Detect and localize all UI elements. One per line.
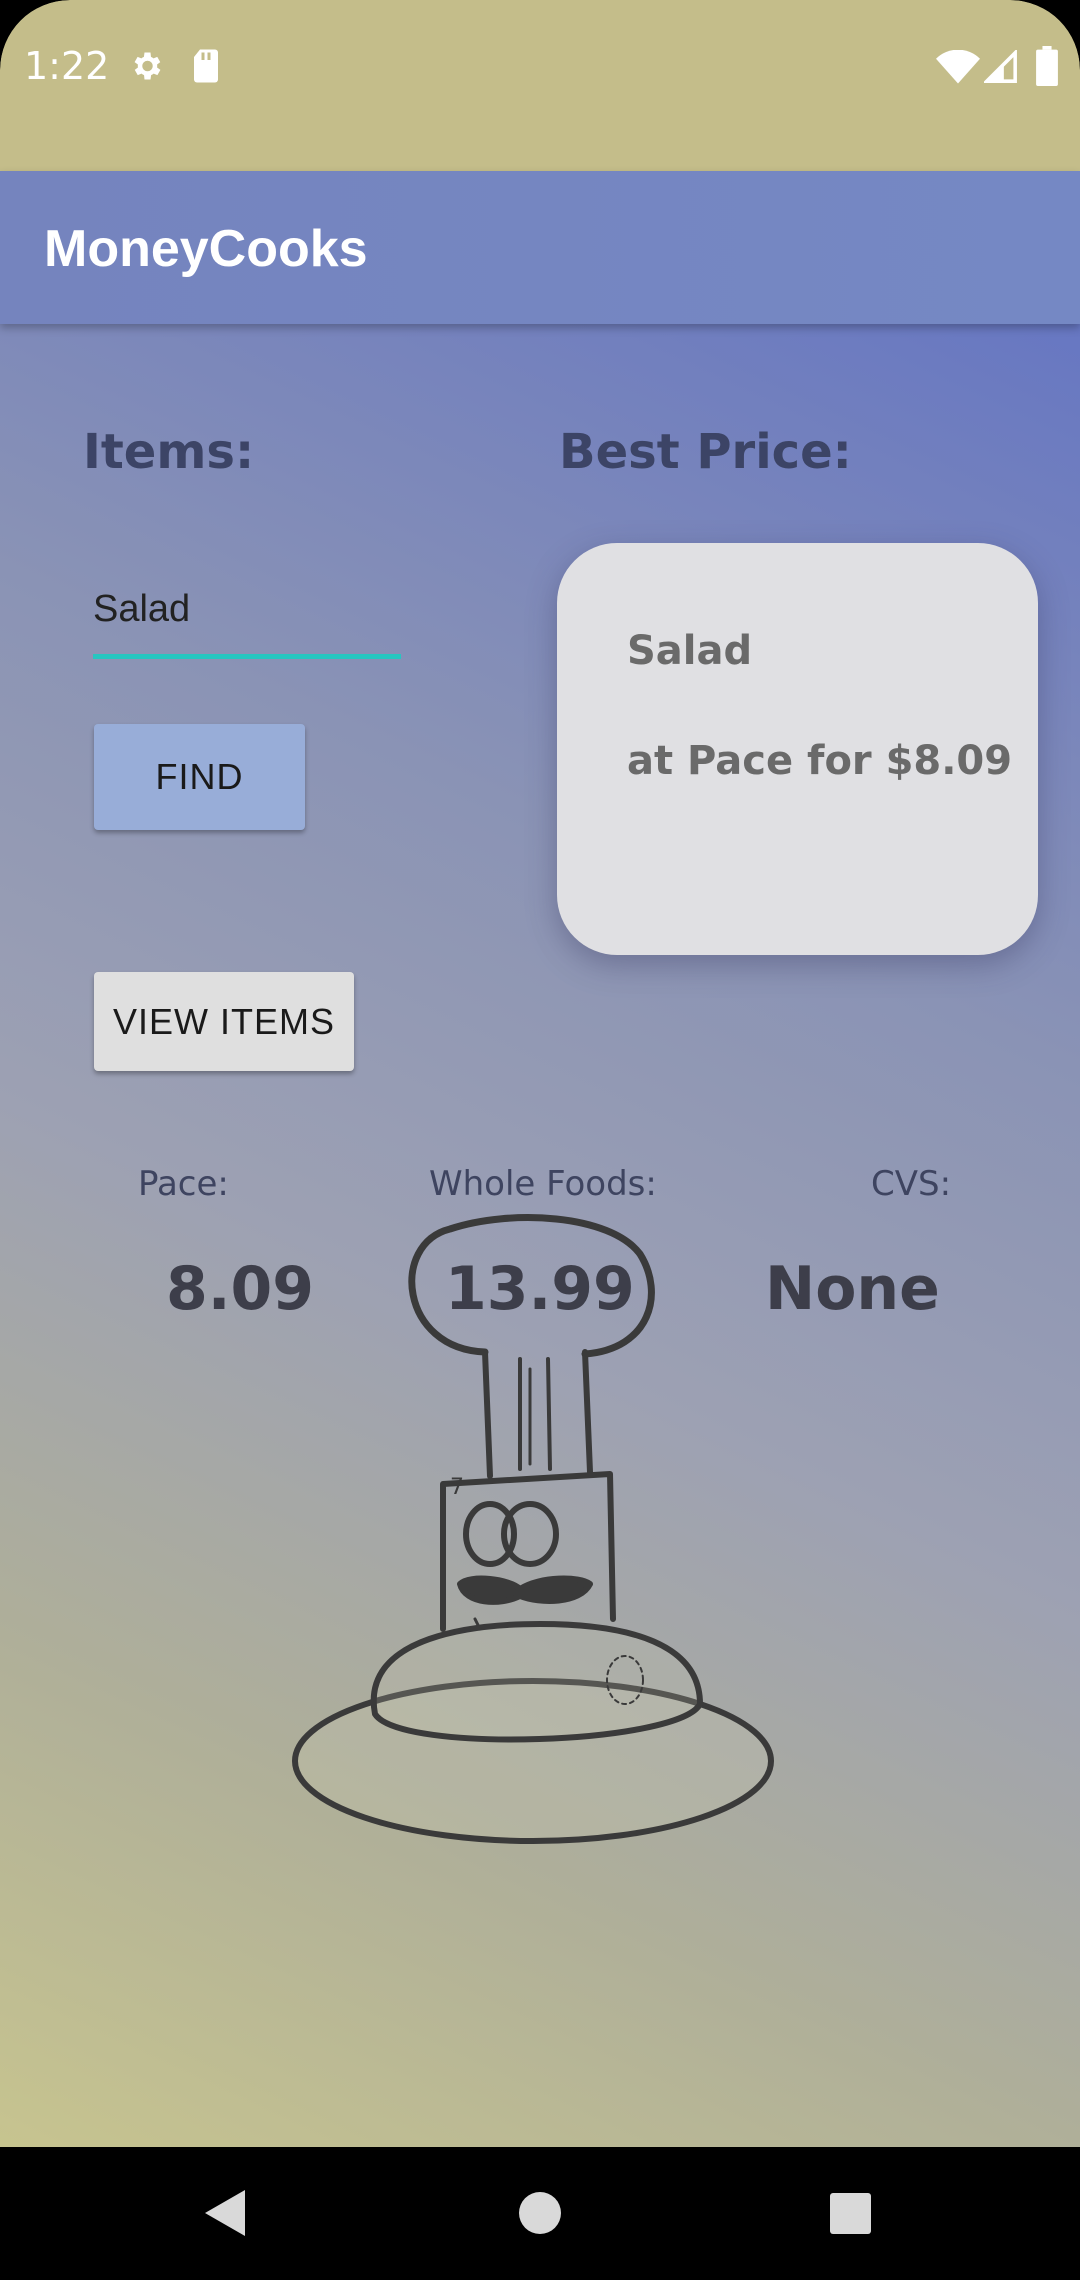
status-bar: 1:22 xyxy=(0,0,1080,171)
store-value-pace: 8.09 xyxy=(166,1254,315,1324)
wifi-icon xyxy=(936,49,980,89)
store-label-whole-foods: Whole Foods: xyxy=(429,1164,657,1204)
signal-icon xyxy=(982,48,1018,89)
battery-icon xyxy=(1036,46,1058,91)
main-content: Items: Best Price: FIND VIEW ITEMS Salad… xyxy=(0,324,1080,2147)
store-label-pace: Pace: xyxy=(138,1164,229,1204)
store-label-cvs: CVS: xyxy=(871,1164,952,1204)
item-input[interactable] xyxy=(93,574,393,644)
store-value-whole-foods: 13.99 xyxy=(445,1254,635,1324)
app-bar: MoneyCooks xyxy=(0,171,1080,324)
best-price-card: Salad at Pace for $8.09 xyxy=(557,543,1038,955)
back-icon[interactable] xyxy=(155,2147,295,2280)
navigation-bar xyxy=(0,2147,1080,2280)
screen: 1:22 MoneyCooks Items: Best Price: FIND … xyxy=(0,0,1080,2280)
sd-card-icon xyxy=(190,48,222,89)
view-items-button[interactable]: VIEW ITEMS xyxy=(94,972,354,1071)
items-heading: Items: xyxy=(83,424,255,480)
recents-icon[interactable] xyxy=(780,2147,920,2280)
store-value-cvs: None xyxy=(765,1254,940,1324)
status-time: 1:22 xyxy=(24,44,110,88)
best-price-heading: Best Price: xyxy=(559,424,852,480)
best-price-detail: at Pace for $8.09 xyxy=(627,738,1013,784)
svg-text:7: 7 xyxy=(450,1475,464,1500)
find-button[interactable]: FIND xyxy=(94,724,305,830)
app-title: MoneyCooks xyxy=(44,220,368,278)
home-icon[interactable] xyxy=(470,2147,610,2280)
item-input-field xyxy=(93,574,401,659)
gear-icon xyxy=(128,48,164,89)
best-price-item: Salad xyxy=(627,628,753,674)
